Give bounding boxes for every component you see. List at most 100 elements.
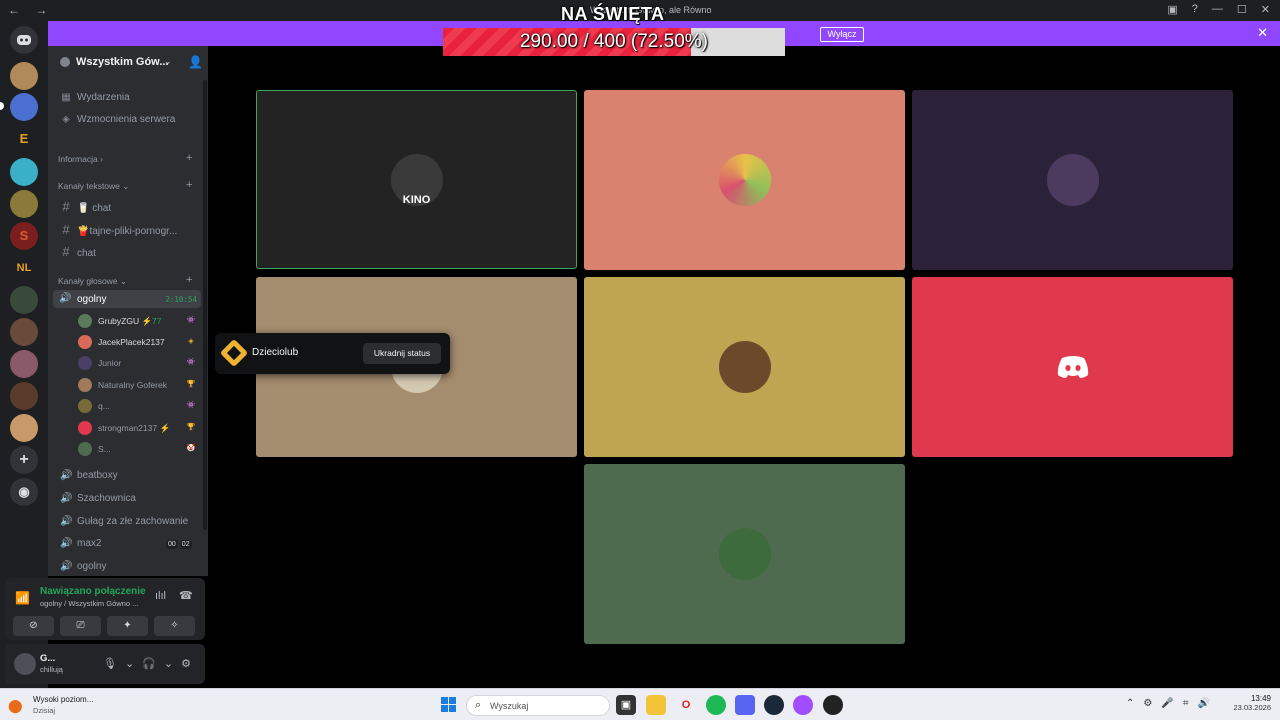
connection-status: Nawiązano połączenie — [40, 586, 146, 597]
badge-icon[interactable]: ◈ — [186, 337, 196, 347]
invite-icon[interactable]: 👤 — [188, 55, 203, 69]
signal-icon[interactable]: 📶 — [15, 591, 30, 605]
connection-channel[interactable]: ogolny / Wszystkim Gówno ... — [40, 599, 138, 608]
add-server-icon[interactable]: + — [10, 446, 38, 474]
chevron-down-icon[interactable]: ⌄ — [164, 56, 172, 67]
inbox-icon[interactable]: ▣ — [1167, 3, 1177, 16]
server-icon[interactable] — [10, 286, 38, 314]
sidebar-item-events[interactable]: ▦ Wydarzenia — [60, 92, 129, 103]
opera-icon[interactable]: O — [676, 695, 696, 715]
video-tile[interactable] — [584, 277, 905, 457]
messenger-icon[interactable] — [793, 695, 813, 715]
help-icon[interactable]: ? — [1192, 3, 1198, 16]
voice-user[interactable]: Naturalny Goferek 🏆 — [78, 376, 200, 394]
voice-user[interactable]: GrubyZGU ⚡77 👾 — [78, 312, 200, 330]
taskbar-search[interactable]: ⌕ Wyszukaj — [466, 695, 610, 716]
text-channel-item[interactable]: # chat — [60, 244, 96, 259]
forward-arrow-icon[interactable]: → — [35, 3, 47, 17]
badge-icon: 🏆 — [186, 381, 196, 388]
steal-status-button[interactable]: Ukradnij status — [363, 343, 441, 364]
camera-button[interactable]: ⊘ — [13, 616, 54, 636]
server-icon[interactable]: E — [10, 125, 38, 153]
voice-user[interactable]: q... 👾 — [78, 397, 200, 415]
voice-user[interactable]: JacekPlacek2137 ◈ — [78, 333, 200, 351]
start-button-icon[interactable] — [441, 697, 456, 712]
avatar — [78, 378, 92, 392]
tray-app-icon[interactable]: ⚙ — [1143, 698, 1152, 709]
disconnect-icon[interactable]: ☎ — [179, 589, 193, 602]
video-tile[interactable]: KINO — [256, 90, 577, 269]
category-info[interactable]: Informacja › — [58, 154, 103, 164]
add-channel-icon[interactable]: + — [186, 152, 192, 164]
voice-channel-item[interactable]: 🔊 ogolny — [60, 561, 106, 572]
minimize-button[interactable]: — — [1212, 3, 1223, 16]
server-icon[interactable] — [10, 62, 38, 90]
voice-channel-active[interactable]: 🔊 ogolny 2:10:54 — [53, 290, 201, 308]
server-icon[interactable]: S — [10, 222, 38, 250]
discord-home-icon[interactable] — [10, 26, 38, 54]
server-icon[interactable] — [10, 350, 38, 378]
video-tile[interactable] — [912, 277, 1233, 457]
sidebar-scrollbar[interactable] — [203, 80, 207, 530]
text-channel-item[interactable]: # 🍟tajne-pliki-pornogr... — [60, 222, 177, 237]
server-icon[interactable] — [10, 158, 38, 186]
noise-suppression-icon[interactable]: ılıl — [155, 590, 166, 602]
sidebar-item-boosts[interactable]: ◈ Wzmocnienia serwera — [60, 114, 175, 125]
steam-icon[interactable] — [764, 695, 784, 715]
weather-subtitle: Dzisiaj — [33, 706, 56, 715]
microphone-icon[interactable]: 🎙 — [103, 657, 117, 670]
volume-icon[interactable]: 🔊 — [1197, 698, 1209, 709]
avatar[interactable] — [14, 653, 36, 675]
server-icon[interactable] — [10, 382, 38, 410]
maximize-button[interactable]: ☐ — [1237, 3, 1247, 16]
avatar — [78, 442, 92, 456]
text-channel-item[interactable]: # 🥛 chat — [60, 199, 111, 214]
banner-close-icon[interactable]: ✕ — [1257, 25, 1268, 41]
voice-channel-item[interactable]: 🔊 Gułag za złe zachowanie — [60, 516, 188, 527]
discover-icon[interactable]: ◉ — [10, 478, 38, 506]
server-name[interactable]: Wszystkim Gów... — [76, 56, 169, 68]
task-view-icon[interactable]: ▣ — [616, 695, 636, 715]
voice-channel-item[interactable]: 🔊 beatboxy — [60, 470, 118, 481]
server-icon[interactable]: NL — [10, 254, 38, 282]
add-channel-icon[interactable]: + — [186, 274, 192, 286]
chevron-down-icon[interactable]: ⌄ — [125, 657, 134, 670]
gear-icon[interactable]: ⚙ — [181, 657, 191, 670]
soundboard-button[interactable]: ✧ — [154, 616, 195, 636]
tray-overflow-icon[interactable]: ⌃ — [1126, 698, 1134, 709]
user-name[interactable]: G... — [40, 653, 55, 664]
server-icon[interactable] — [10, 190, 38, 218]
server-icon[interactable] — [10, 414, 38, 442]
headset-icon[interactable]: 🎧 — [142, 657, 156, 670]
obs-icon[interactable] — [823, 695, 843, 715]
voice-user[interactable]: Junior 👾 — [78, 354, 200, 372]
voice-channel-item[interactable]: 🔊 max2 00 02 — [60, 538, 200, 549]
banner-disable-button[interactable]: Wyłącz — [820, 27, 864, 42]
microphone-icon[interactable]: 🎤 — [1161, 698, 1173, 709]
badge-icon: 👾 — [186, 359, 196, 366]
voice-user[interactable]: strongman2137 ⚡ 🏆 — [78, 419, 200, 437]
category-voice-channels[interactable]: Kanały głosowe ⌄ — [58, 276, 127, 287]
server-icon[interactable] — [10, 318, 38, 346]
clock[interactable]: 13:49 23.03.2026 — [1226, 694, 1271, 712]
voice-user[interactable]: S... 🤡 — [78, 440, 200, 458]
activities-button[interactable]: ✦ — [107, 616, 148, 636]
back-arrow-icon[interactable]: ← — [8, 3, 20, 17]
chevron-down-icon: ⌄ — [122, 181, 130, 191]
video-tile[interactable] — [584, 90, 905, 270]
goal-title: NA ŚWIĘTA — [561, 4, 665, 24]
video-tile[interactable] — [912, 90, 1233, 270]
network-icon[interactable]: ⌗ — [1183, 698, 1189, 709]
add-channel-icon[interactable]: + — [186, 179, 192, 191]
voice-channel-item[interactable]: 🔊 Szachownica — [60, 493, 136, 504]
category-text-channels[interactable]: Kanały tekstowe ⌄ — [58, 181, 129, 192]
spotify-icon[interactable] — [706, 695, 726, 715]
folder-icon[interactable] — [646, 695, 666, 715]
discord-icon[interactable] — [735, 695, 755, 715]
video-tile[interactable] — [584, 464, 905, 644]
server-icon[interactable] — [10, 93, 38, 121]
close-button[interactable]: ✕ — [1261, 3, 1270, 16]
chevron-down-icon[interactable]: ⌄ — [164, 657, 173, 670]
screen-share-button[interactable]: ⎚ — [60, 616, 101, 636]
hash-icon: # — [62, 222, 70, 237]
